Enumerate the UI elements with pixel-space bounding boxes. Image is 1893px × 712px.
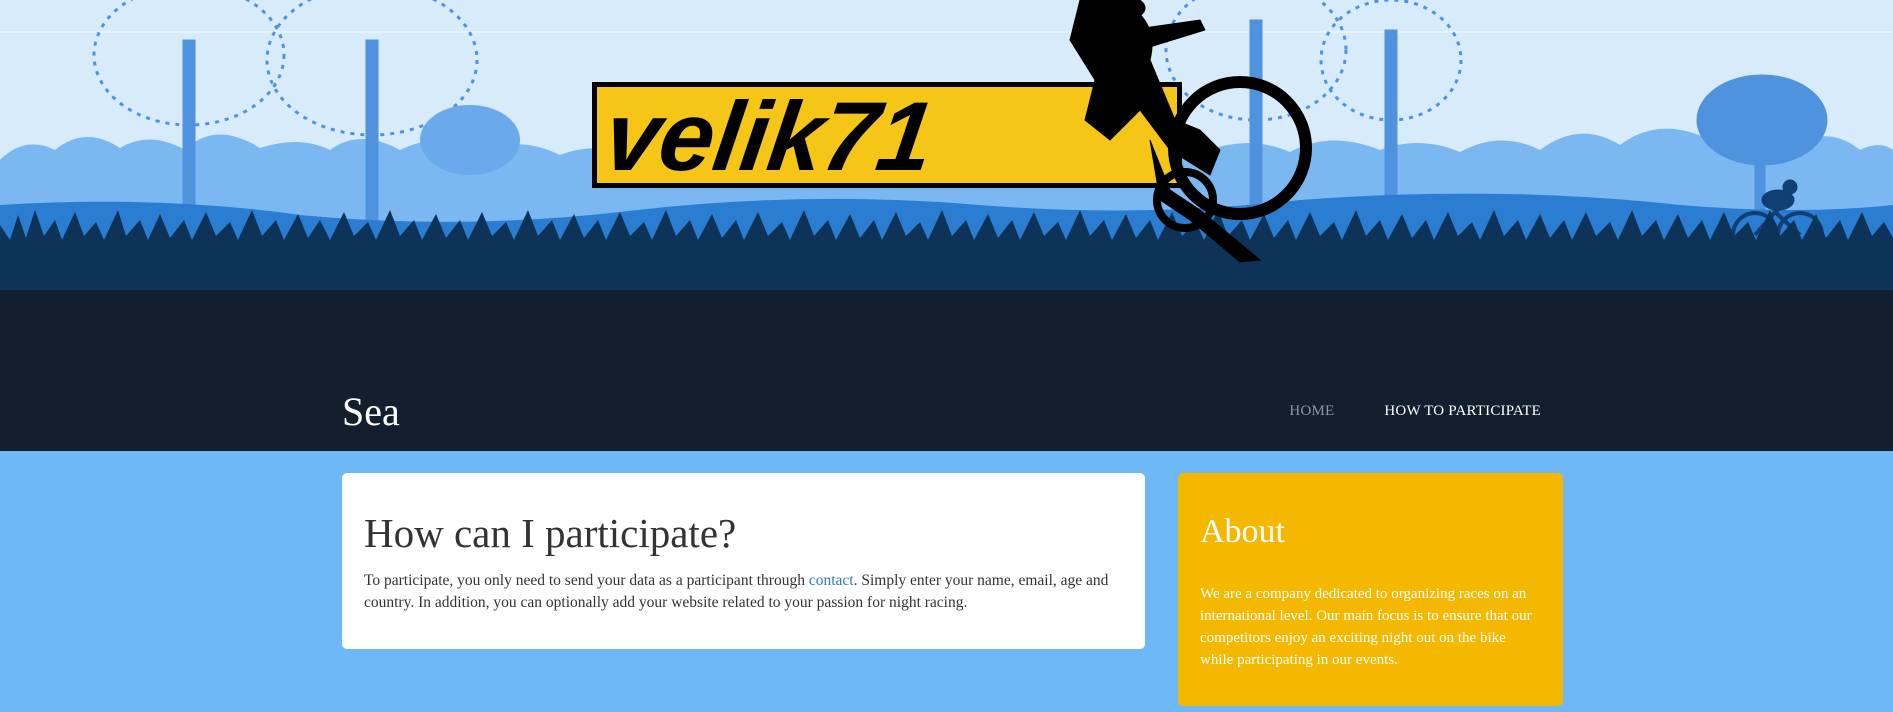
main-nav: HOME HOW TO PARTICIPATE bbox=[1289, 403, 1541, 420]
participate-text-intro: To participate, you only need to send yo… bbox=[364, 572, 809, 589]
about-title: About bbox=[1200, 513, 1285, 550]
participate-text: To participate, you only need to send yo… bbox=[364, 570, 1123, 614]
about-text: We are a company dedicated to organizing… bbox=[1200, 586, 1532, 668]
header-hero: velik71 Sea HOME HOW TO PARTICIPATE bbox=[0, 0, 1893, 451]
site-title[interactable]: Sea bbox=[342, 392, 400, 432]
participate-card: How can I participate? To participate, y… bbox=[342, 473, 1145, 649]
logo-text: velik71 bbox=[598, 81, 940, 190]
header-banner-image: velik71 bbox=[0, 0, 1893, 451]
nav-home-link[interactable]: HOME bbox=[1289, 403, 1334, 420]
about-card: About We are a company dedicated to orga… bbox=[1178, 473, 1563, 706]
contact-link[interactable]: contact bbox=[809, 572, 854, 589]
page-title: How can I participate? bbox=[364, 510, 737, 556]
nav-how-to-participate-link[interactable]: HOW TO PARTICIPATE bbox=[1384, 403, 1541, 420]
